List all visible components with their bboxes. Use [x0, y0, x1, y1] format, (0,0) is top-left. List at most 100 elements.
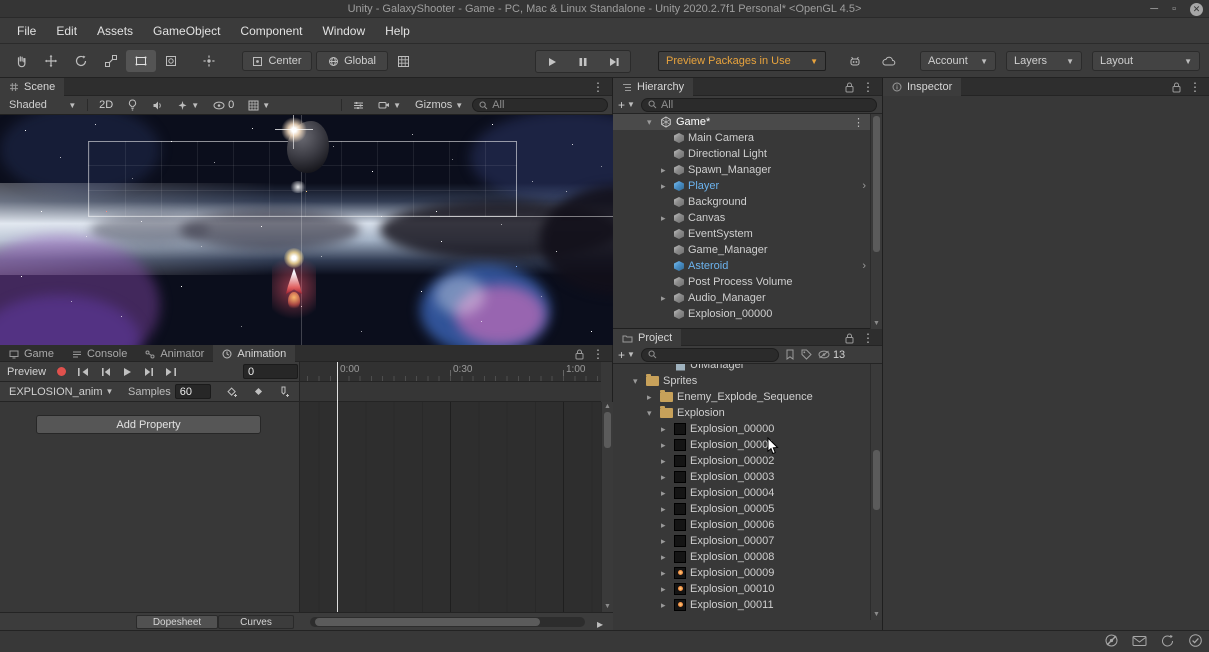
foldout-icon[interactable]: ▸	[647, 392, 660, 403]
hidden-packages-toggle[interactable]: 13	[818, 349, 845, 361]
prev-key-button[interactable]	[94, 363, 116, 380]
foldout-icon[interactable]: ▸	[661, 293, 674, 304]
hierarchy-item[interactable]: Background	[613, 194, 870, 210]
project-folder[interactable]: ▾ Sprites	[613, 373, 870, 389]
hierarchy-item[interactable]: ▸ Audio_Manager	[613, 290, 870, 306]
play-button[interactable]	[536, 51, 567, 72]
hierarchy-item[interactable]: Main Camera	[613, 130, 870, 146]
hierarchy-item-prefab[interactable]: Asteroid ›	[613, 258, 870, 274]
project-item[interactable]: ▸ Explosion_00000	[613, 421, 870, 437]
timeline-playhead[interactable]	[337, 362, 338, 612]
clip-dropdown[interactable]: EXPLOSION_anim ▼	[4, 384, 116, 400]
maximize-icon[interactable]: ▫	[1172, 1, 1176, 17]
current-frame-field[interactable]: 0	[243, 364, 298, 379]
preview-button[interactable]: Preview	[3, 363, 50, 380]
foldout-icon[interactable]: ▸	[661, 488, 674, 499]
hierarchy-item[interactable]: EventSystem	[613, 226, 870, 242]
tab-hierarchy[interactable]: Hierarchy	[613, 78, 694, 96]
project-item-partial[interactable]: UIManager	[613, 364, 870, 373]
project-menu-icon[interactable]: ⋮	[862, 329, 874, 347]
add-keyframe-button[interactable]	[221, 383, 243, 400]
minimize-icon[interactable]: ─	[1150, 1, 1158, 17]
keyframe-button[interactable]	[247, 383, 269, 400]
project-item[interactable]: ▸ Explosion_00008	[613, 549, 870, 565]
cloud-button[interactable]	[874, 50, 904, 72]
pivot-toggle-button[interactable]: Center	[242, 51, 312, 71]
animation-vertical-scrollbar[interactable]: ▲ ▼	[601, 402, 613, 612]
layers-dropdown[interactable]: Layers ▼	[1006, 51, 1082, 71]
scene-viewport[interactable]	[0, 115, 613, 345]
project-item[interactable]: ▸ Explosion_00001	[613, 437, 870, 453]
create-asset-dropdown[interactable]: + ▼	[618, 348, 635, 362]
foldout-icon[interactable]: ▸	[661, 456, 674, 467]
lighting-toggle-button[interactable]	[122, 97, 143, 113]
project-item[interactable]: ▸ Explosion_00010	[613, 581, 870, 597]
menu-edit[interactable]: Edit	[47, 21, 86, 41]
collab-offline-icon[interactable]	[1104, 633, 1119, 648]
dopesheet-tab[interactable]: Dopesheet	[136, 615, 218, 629]
account-dropdown[interactable]: Account ▼	[920, 51, 996, 71]
foldout-icon[interactable]: ▸	[661, 181, 674, 192]
project-item[interactable]: ▸ Explosion_00005	[613, 501, 870, 517]
grid-snap-button[interactable]	[388, 50, 418, 72]
hierarchy-item[interactable]: Game_Manager	[613, 242, 870, 258]
next-key-button[interactable]	[138, 363, 160, 380]
move-tool-button[interactable]	[36, 50, 66, 72]
camera-settings-dropdown[interactable]: ▼	[373, 97, 406, 113]
grid-visibility-dropdown[interactable]: ▼	[243, 97, 275, 113]
lock-icon[interactable]	[575, 349, 584, 360]
animation-menu-icon[interactable]: ⋮	[592, 345, 604, 363]
prefab-open-arrow-icon[interactable]: ›	[862, 260, 866, 272]
foldout-icon[interactable]: ▸	[661, 424, 674, 435]
menu-window[interactable]: Window	[313, 21, 374, 41]
hierarchy-search-input[interactable]: All	[640, 97, 877, 112]
gizmos-dropdown[interactable]: Gizmos ▼	[410, 97, 468, 113]
samples-field[interactable]: 60	[174, 384, 211, 399]
tab-animator[interactable]: Animator	[136, 345, 213, 363]
add-event-button[interactable]	[273, 383, 295, 400]
layout-dropdown[interactable]: Layout ▼	[1092, 51, 1200, 71]
draw-mode-dropdown[interactable]: Shaded ▼	[4, 97, 81, 113]
hierarchy-item[interactable]: Directional Light	[613, 146, 870, 162]
event-keyframe-lane[interactable]	[300, 382, 601, 402]
lock-icon[interactable]	[845, 333, 854, 344]
lock-icon[interactable]	[1172, 82, 1181, 93]
preview-packages-dropdown[interactable]: Preview Packages in Use ▼	[658, 51, 826, 71]
tab-inspector[interactable]: Inspector	[883, 78, 962, 96]
transform-tool-button[interactable]	[156, 50, 186, 72]
project-folder[interactable]: ▸ Enemy_Explode_Sequence	[613, 389, 870, 405]
2d-toggle-button[interactable]: 2D	[94, 97, 118, 113]
space-toggle-button[interactable]: Global	[316, 51, 388, 71]
foldout-icon[interactable]: ▸	[661, 600, 674, 611]
foldout-icon[interactable]: ▸	[661, 165, 674, 176]
curves-tab[interactable]: Curves	[218, 615, 294, 629]
last-frame-button[interactable]	[160, 363, 182, 380]
favorites-icon[interactable]	[785, 349, 795, 360]
audio-toggle-button[interactable]	[147, 97, 168, 113]
hierarchy-item[interactable]: ▸ Spawn_Manager	[613, 162, 870, 178]
tab-animation[interactable]: Animation	[213, 345, 296, 363]
foldout-icon[interactable]: ▸	[661, 584, 674, 595]
hierarchy-menu-icon[interactable]: ⋮	[862, 78, 874, 96]
foldout-icon[interactable]: ▸	[661, 440, 674, 451]
foldout-icon[interactable]: ▸	[661, 568, 674, 579]
add-property-button[interactable]: Add Property	[36, 415, 261, 434]
foldout-icon[interactable]: ▸	[661, 536, 674, 547]
hierarchy-scrollbar[interactable]: ▼	[870, 114, 882, 329]
collab-button[interactable]	[840, 50, 870, 72]
hierarchy-item[interactable]: ▸ Canvas	[613, 210, 870, 226]
foldout-open-icon[interactable]: ▾	[647, 117, 660, 128]
menu-component[interactable]: Component	[231, 21, 311, 41]
progress-check-icon[interactable]	[1188, 633, 1203, 648]
project-item[interactable]: ▸ Explosion_00003	[613, 469, 870, 485]
scene-search-input[interactable]: All	[472, 98, 608, 112]
project-item[interactable]: ▸ Explosion_00009	[613, 565, 870, 581]
step-button[interactable]	[598, 51, 629, 72]
tool-settings-button[interactable]	[348, 97, 369, 113]
project-item[interactable]: ▸ Explosion_00007	[613, 533, 870, 549]
menu-assets[interactable]: Assets	[88, 21, 142, 41]
menu-help[interactable]: Help	[376, 21, 419, 41]
scene-row-menu-icon[interactable]: ⋮	[853, 116, 864, 129]
hand-tool-button[interactable]	[6, 50, 36, 72]
pause-button[interactable]	[567, 51, 598, 72]
